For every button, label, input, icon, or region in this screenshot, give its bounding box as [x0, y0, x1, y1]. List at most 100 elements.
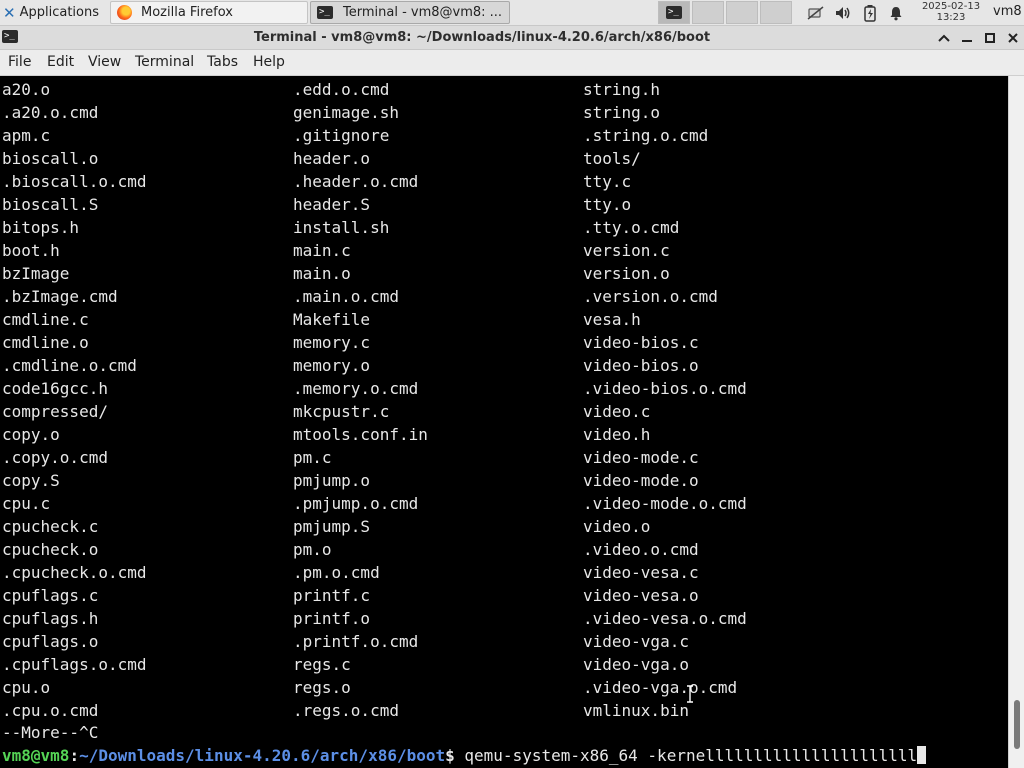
close-button[interactable]	[1003, 28, 1023, 48]
file-entry: video-bios.o	[583, 356, 699, 375]
menubar: File Edit View Terminal Tabs Help	[0, 50, 1024, 76]
file-entry: .main.o.cmd	[293, 287, 399, 306]
taskbar-button-terminal[interactable]: >_ Terminal - vm8@vm8: ...	[310, 1, 510, 24]
notification-bell-icon[interactable]	[886, 3, 906, 23]
listing-row: apm.c .gitignore .string.o.cmd	[2, 124, 1002, 147]
file-entry: .version.o.cmd	[583, 287, 718, 306]
file-entry: .video-bios.o.cmd	[583, 379, 747, 398]
file-entry: cpu.c	[2, 494, 51, 513]
file-entry: string.o	[583, 103, 661, 122]
user-menu[interactable]: vm8	[993, 4, 1022, 19]
listing-row: .cpuflags.o.cmd regs.c video-vga.o	[2, 653, 1002, 676]
file-entry: video-vga.c	[583, 632, 689, 651]
file-entry: bioscall.o	[2, 149, 99, 168]
maximize-button[interactable]	[980, 28, 1000, 48]
workspace-1[interactable]: >_	[658, 1, 690, 24]
listing-row: cpuflags.o .printf.o.cmd video-vga.c	[2, 630, 1002, 653]
file-entry: .cpu.o.cmd	[2, 701, 99, 720]
listing-row: cmdline.o memory.c video-bios.c	[2, 331, 1002, 354]
listing-row: copy.o mtools.conf.in video.h	[2, 423, 1002, 446]
workspace-2[interactable]	[692, 1, 724, 24]
file-entry: .cpucheck.o.cmd	[2, 563, 147, 582]
file-entry: .copy.o.cmd	[2, 448, 108, 467]
file-entry: memory.c	[293, 333, 371, 352]
file-entry: .printf.o.cmd	[293, 632, 419, 651]
menu-terminal[interactable]: Terminal	[135, 50, 194, 75]
menu-tabs[interactable]: Tabs	[207, 50, 238, 75]
minimize-button[interactable]	[957, 28, 977, 48]
listing-row: bioscall.o header.o tools/	[2, 147, 1002, 170]
vertical-scrollbar[interactable]	[1008, 76, 1024, 768]
file-entry: .bzImage.cmd	[2, 287, 118, 306]
file-entry: version.c	[583, 241, 670, 260]
volume-icon[interactable]	[833, 3, 853, 23]
file-entry: pm.c	[293, 448, 332, 467]
workspace-4[interactable]	[760, 1, 792, 24]
listing-row: .bzImage.cmd .main.o.cmd .version.o.cmd	[2, 285, 1002, 308]
menu-file[interactable]: File	[8, 50, 31, 75]
scrollbar-thumb[interactable]	[1014, 700, 1020, 749]
file-entry: video-mode.c	[583, 448, 699, 467]
chevron-up-icon	[938, 34, 950, 42]
battery-icon[interactable]	[860, 3, 880, 23]
listing-row: compressed/mkcpustr.c video.c	[2, 400, 1002, 423]
file-entry: tools/	[583, 149, 641, 168]
menu-view[interactable]: View	[88, 50, 121, 75]
shade-button[interactable]	[934, 28, 954, 48]
terminal-icon[interactable]: >_	[2, 30, 18, 43]
shell-prompt-line[interactable]: vm8@vm8:~/Downloads/linux-4.20.6/arch/x8…	[2, 744, 927, 767]
network-icon[interactable]	[806, 3, 826, 23]
file-entry: cpuflags.c	[2, 586, 99, 605]
file-entry: boot.h	[2, 241, 60, 260]
listing-row: cpucheck.c pmjump.S video.o	[2, 515, 1002, 538]
listing-row: .bioscall.o.cmd .header.o.cmd tty.c	[2, 170, 1002, 193]
file-entry: .tty.o.cmd	[583, 218, 680, 237]
file-entry: .edd.o.cmd	[293, 80, 390, 99]
prompt-symbol: $	[445, 746, 455, 765]
taskbar-button-firefox[interactable]: Mozilla Firefox	[110, 1, 308, 24]
clock[interactable]: 2025-02-13 13:23	[914, 0, 988, 25]
file-entry: memory.o	[293, 356, 371, 375]
minimize-icon	[962, 40, 972, 42]
workspace-3[interactable]	[726, 1, 758, 24]
listing-row: boot.h main.c version.c	[2, 239, 1002, 262]
file-entry: string.h	[583, 80, 661, 99]
listing-row: bioscall.S header.S tty.o	[2, 193, 1002, 216]
file-entry: header.S	[293, 195, 371, 214]
file-entry: vesa.h	[583, 310, 641, 329]
prompt-user-host: vm8@vm8	[2, 746, 70, 765]
file-entry: a20.o	[2, 80, 51, 99]
listing-row: code16gcc.h .memory.o.cmd .video-bios.o.cm…	[2, 377, 1002, 400]
command-input[interactable]: qemu-system-x86_64 -kernelllllllllllllll…	[455, 746, 917, 765]
terminal-output[interactable]: a20.o .edd.o.cmd string.h .a20.o.cmd genimag…	[0, 76, 1008, 768]
menu-help[interactable]: Help	[253, 50, 285, 75]
window-titlebar[interactable]: >_ Terminal - vm8@vm8: ~/Downloads/linux…	[0, 26, 1024, 50]
file-entry: compressed/	[2, 402, 108, 421]
menu-edit[interactable]: Edit	[47, 50, 74, 75]
applications-menu[interactable]: ✕ Applications	[0, 1, 106, 24]
file-entry: video.o	[583, 517, 651, 536]
file-entry: video.c	[583, 402, 651, 421]
file-entry: .a20.o.cmd	[2, 103, 99, 122]
prompt-separator: :	[69, 746, 80, 765]
file-entry: video-mode.o	[583, 471, 699, 490]
listing-row: .cpucheck.o.cmd .pm.o.cmd video-vesa.c	[2, 561, 1002, 584]
file-entry: cpuflags.o	[2, 632, 99, 651]
file-entry: cmdline.o	[2, 333, 89, 352]
file-entry: .header.o.cmd	[293, 172, 419, 191]
file-entry: main.o	[293, 264, 351, 283]
close-icon	[1008, 33, 1018, 43]
file-entry: mtools.conf.in	[293, 425, 428, 444]
listing-row: a20.o .edd.o.cmd string.h	[2, 78, 1002, 101]
listing-row: .cpu.o.cmd .regs.o.cmd vmlinux.bin	[2, 699, 1002, 722]
text-cursor	[917, 746, 927, 764]
listing-row: copy.S pmjump.o video-mode.o	[2, 469, 1002, 492]
listing-row: cpu.o regs.o .video-vga.o.cmd	[2, 676, 1002, 699]
file-entry: pm.o	[293, 540, 332, 559]
file-entry: cpucheck.o	[2, 540, 99, 559]
listing-row: cpu.c .pmjump.o.cmd .video-mode.o.cmd	[2, 492, 1002, 515]
file-entry: cpucheck.c	[2, 517, 99, 536]
file-entry: regs.o	[293, 678, 351, 697]
xfce-logo-icon: ✕	[3, 3, 16, 22]
file-entry: install.sh	[293, 218, 390, 237]
